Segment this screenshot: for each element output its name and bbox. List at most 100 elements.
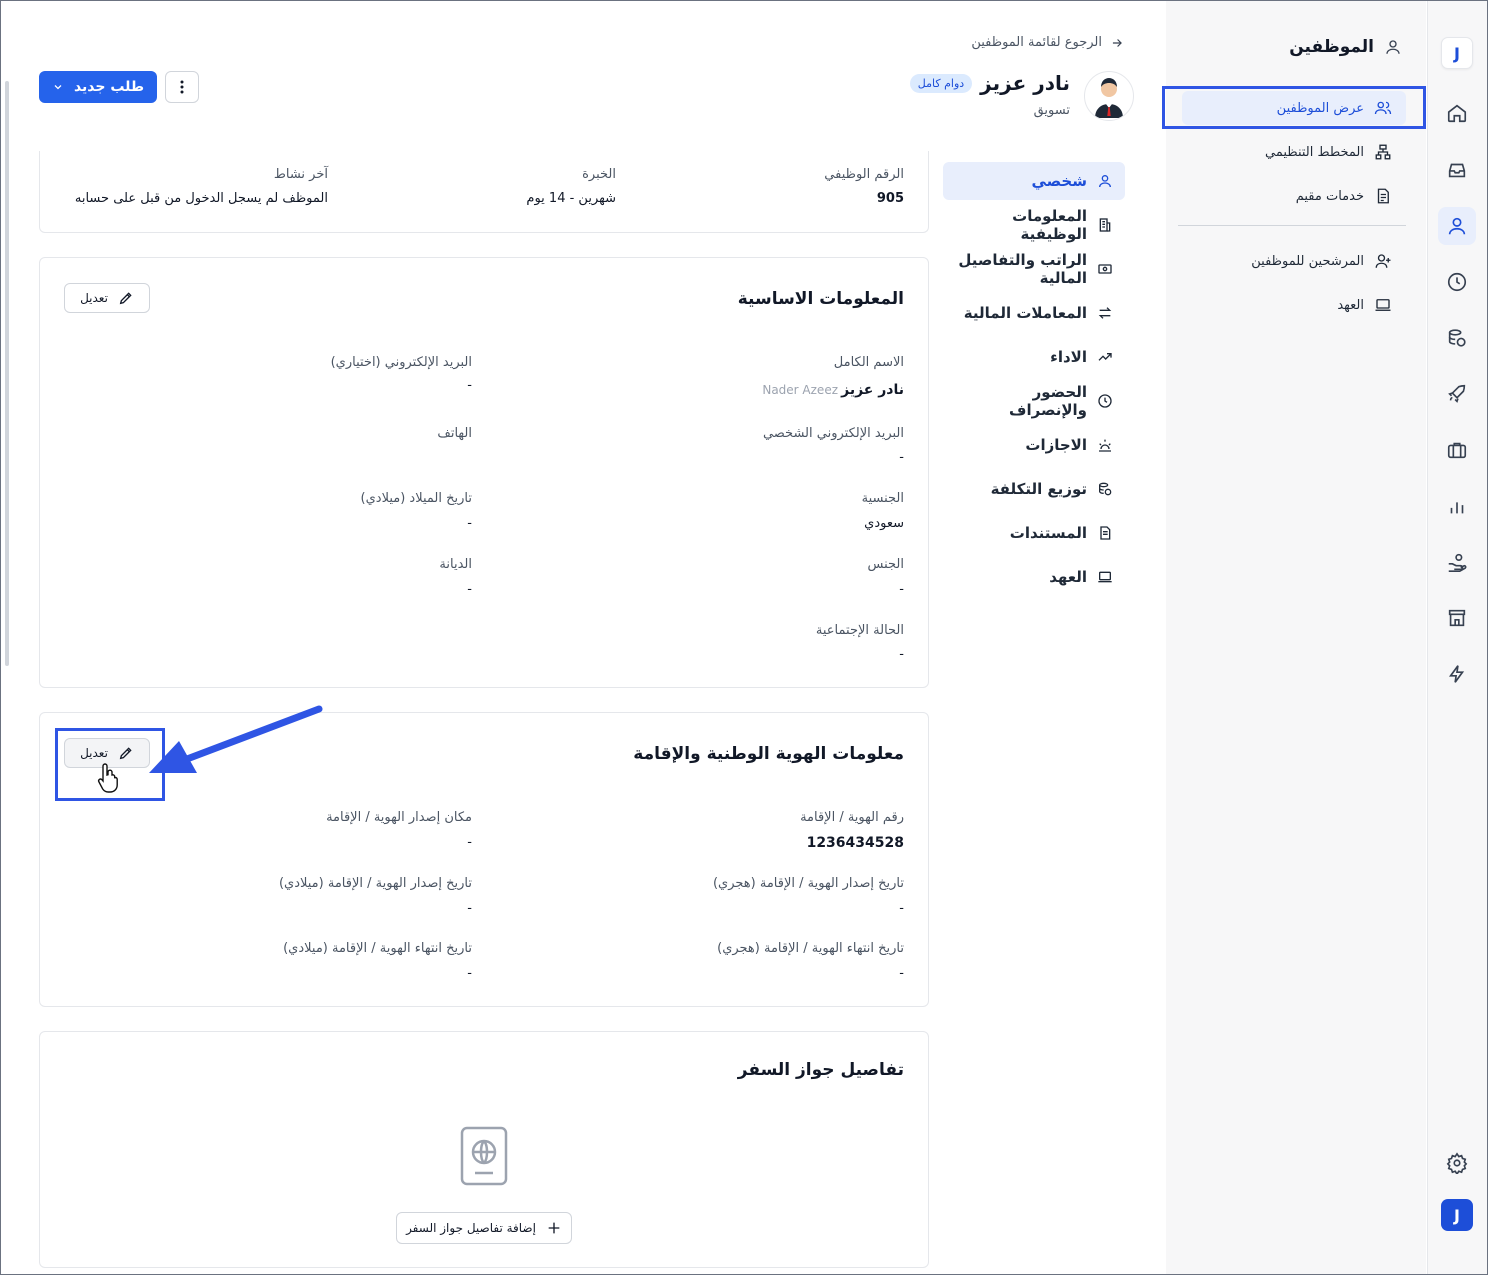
building-icon xyxy=(1097,217,1113,233)
annotation-highlight-box xyxy=(1162,86,1426,129)
full-name-value: نادر عزيز xyxy=(841,382,904,398)
section-tab-label: شخصي xyxy=(1031,172,1087,190)
icon-rail: J J xyxy=(1427,1,1487,1274)
chart-icon[interactable] xyxy=(1438,487,1476,525)
employees-subnav: الموظفين عرض الموظفين المخطط التنظيمي خد… xyxy=(1162,1,1426,1274)
subnav-title-label: الموظفين xyxy=(1289,37,1374,57)
user-profile-logo[interactable]: J xyxy=(1441,1199,1473,1231)
section-tab-label: الراتب والتفاصيل المالية xyxy=(958,251,1087,287)
religion-label: الديانة xyxy=(439,557,472,572)
passport-card: تفاصيل جواز السفر إضافة تفاصيل جواز السف… xyxy=(39,1031,929,1268)
section-tab-salary[interactable]: الراتب والتفاصيل المالية xyxy=(943,250,1125,288)
money-icon xyxy=(1097,261,1113,277)
optional-email-label: البريد الإلكتروني (اختياري) xyxy=(330,355,472,370)
user-plus-icon xyxy=(1374,252,1392,270)
document-icon xyxy=(1374,187,1392,205)
section-tab-label: العهد xyxy=(1049,568,1087,586)
last-activity-label: آخر نشاط xyxy=(273,167,328,182)
section-tab-label: الاجازات xyxy=(1025,436,1087,454)
page-scrollbar[interactable] xyxy=(5,81,9,666)
section-tab-label: المعلومات الوظيفية xyxy=(1012,207,1087,243)
issue-date-greg-label: تاريخ إصدار الهوية / الإقامة (ميلادي) xyxy=(278,876,472,891)
gender-value: - xyxy=(899,582,904,597)
section-tab-job-info[interactable]: المعلومات الوظيفية xyxy=(943,206,1125,244)
hand-pointer-icon xyxy=(97,761,123,793)
subnav-item-muqeem-services[interactable]: خدمات مقيم xyxy=(1182,179,1406,213)
more-options-button[interactable] xyxy=(165,71,199,103)
basic-info-card: المعلومات الاساسية تعديل الاسم الكامل نا… xyxy=(39,257,929,688)
employee-header: نادر عزيز دوام كامل xyxy=(909,71,1070,95)
subnav-item-org-chart[interactable]: المخطط التنظيمي xyxy=(1182,135,1406,169)
experience-label: الخبرة xyxy=(582,167,616,182)
section-tab-leaves[interactable]: الاجازات xyxy=(943,426,1125,464)
section-tab-documents[interactable]: المستندات xyxy=(943,514,1125,552)
basic-info-title: المعلومات الاساسية xyxy=(737,289,904,309)
annotation-arrow-icon xyxy=(149,705,323,773)
issue-date-hijri-label: تاريخ إصدار الهوية / الإقامة (هجري) xyxy=(712,876,904,891)
hand-coin-icon[interactable] xyxy=(1438,543,1476,581)
section-tab-cost-allocation[interactable]: توزيع التكلفة xyxy=(943,470,1125,508)
employee-id-label: الرقم الوظيفي xyxy=(824,167,904,182)
summary-card: الرقم الوظيفي 905 الخبرة شهرين - 14 يوم … xyxy=(39,151,929,233)
subnav-item-custody[interactable]: العهد xyxy=(1182,288,1406,322)
birth-date-value: - xyxy=(467,516,472,531)
full-name-label: الاسم الكامل xyxy=(833,355,904,370)
personal-email-value: - xyxy=(899,450,904,465)
full-name-en-value: Nader Azeez xyxy=(762,383,838,397)
marital-status-value: - xyxy=(899,647,904,662)
expiry-hijri-value: - xyxy=(899,966,904,981)
back-link-label: الرجوع لقائمة الموظفين xyxy=(971,35,1102,50)
edit-label: تعديل xyxy=(80,291,108,305)
briefcase-icon[interactable] xyxy=(1438,431,1476,469)
employee-id-value: 905 xyxy=(876,191,904,206)
employment-type-badge: دوام كامل xyxy=(909,73,973,93)
personal-email-label: البريد الإلكتروني الشخصي xyxy=(762,426,904,441)
add-passport-details-button[interactable]: إضافة تفاصيل جواز السفر xyxy=(396,1212,572,1244)
clock-icon[interactable] xyxy=(1438,263,1476,301)
org-chart-icon xyxy=(1374,143,1392,161)
new-request-button[interactable]: طلب جديد xyxy=(39,71,157,103)
inbox-icon[interactable] xyxy=(1438,151,1476,189)
passport-icon xyxy=(460,1126,508,1186)
coins-icon[interactable] xyxy=(1438,319,1476,357)
settings-icon[interactable] xyxy=(1438,1144,1476,1182)
section-tab-transactions[interactable]: المعاملات المالية xyxy=(943,294,1125,332)
edit-basic-info-button[interactable]: تعديل xyxy=(64,283,150,313)
employee-department: تسويق xyxy=(1033,103,1070,118)
section-tab-performance[interactable]: الاداء xyxy=(943,338,1125,376)
employee-name: نادر عزيز xyxy=(980,71,1070,95)
expiry-hijri-label: تاريخ انتهاء الهوية / الإقامة (هجري) xyxy=(717,941,904,956)
optional-email-value: - xyxy=(467,378,472,393)
section-tab-personal[interactable]: شخصي xyxy=(943,162,1125,200)
expiry-greg-label: تاريخ انتهاء الهوية / الإقامة (ميلادي) xyxy=(283,941,472,956)
religion-value: - xyxy=(467,582,472,597)
subnav-item-label: المرشحين للموظفين xyxy=(1251,253,1364,269)
back-to-list-link[interactable]: الرجوع لقائمة الموظفين xyxy=(971,35,1124,50)
expiry-greg-value: - xyxy=(467,966,472,981)
sun-icon xyxy=(1097,437,1113,453)
store-icon[interactable] xyxy=(1438,599,1476,637)
experience-value: شهرين - 14 يوم xyxy=(526,191,616,206)
id-number-value: 1236434528 xyxy=(806,835,904,851)
app-logo[interactable]: J xyxy=(1441,37,1473,69)
passport-title: تفاصيل جواز السفر xyxy=(737,1060,904,1080)
last-activity-value: الموظف لم يسجل الدخول من قبل على حسابه xyxy=(74,191,328,206)
bolt-icon[interactable] xyxy=(1438,655,1476,693)
section-tab-attendance[interactable]: الحضور والإنصراف xyxy=(943,382,1125,420)
nationality-value: سعودي xyxy=(864,516,904,531)
subnav-title: الموظفين xyxy=(1289,37,1402,57)
gender-label: الجنس xyxy=(867,557,904,572)
trend-icon xyxy=(1097,349,1113,365)
rocket-icon[interactable] xyxy=(1438,375,1476,413)
section-tab-custody[interactable]: العهد xyxy=(943,558,1125,596)
user-icon xyxy=(1097,173,1113,189)
home-icon[interactable] xyxy=(1438,94,1476,132)
subnav-item-candidates[interactable]: المرشحين للموظفين xyxy=(1182,244,1406,278)
transfer-icon xyxy=(1097,305,1113,321)
subnav-divider xyxy=(1178,225,1406,226)
nationality-label: الجنسية xyxy=(861,491,904,506)
issue-date-greg-value: - xyxy=(467,901,472,916)
employee-avatar-icon xyxy=(1095,78,1123,118)
plus-icon xyxy=(546,1220,562,1236)
user-icon[interactable] xyxy=(1438,207,1476,245)
